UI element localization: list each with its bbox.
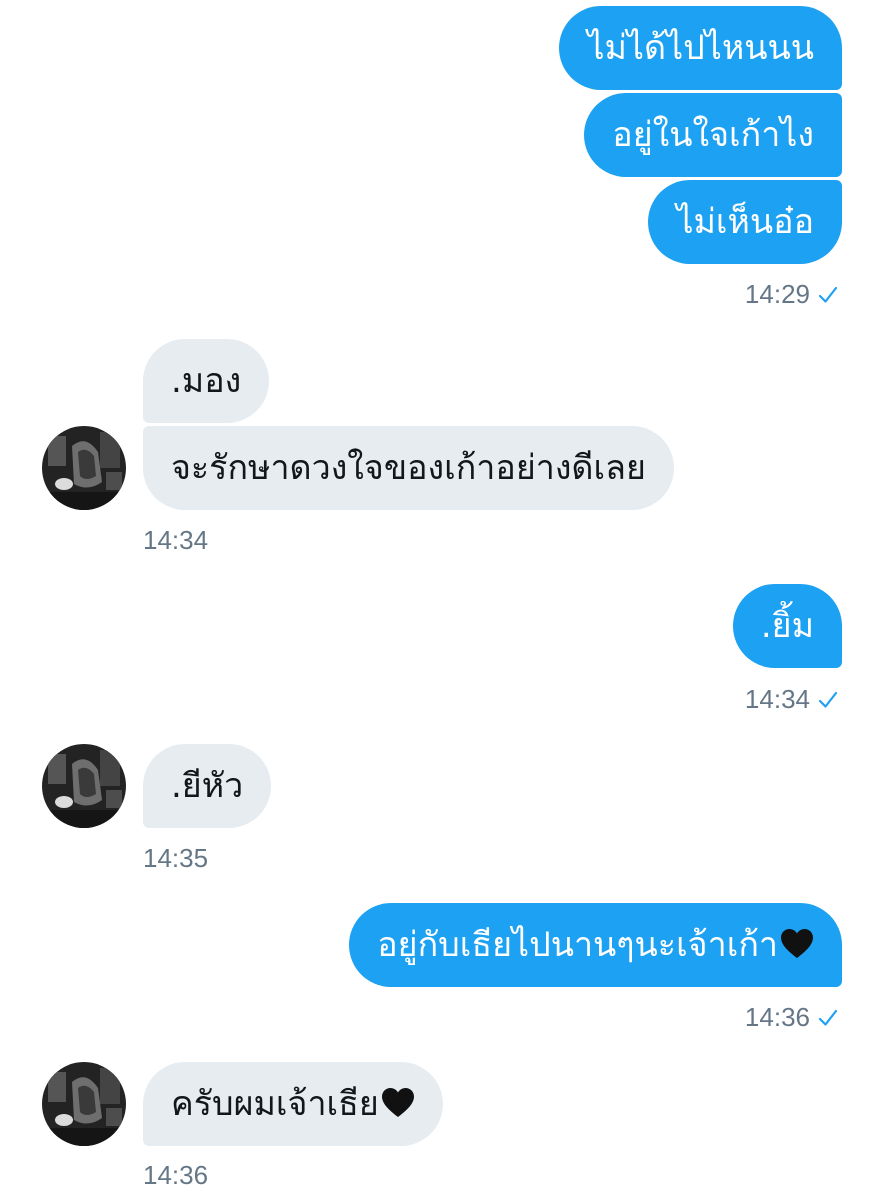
avatar[interactable] [42,426,126,510]
avatar-photo [42,744,126,828]
outgoing-message[interactable]: .ยิ้ม [732,584,842,668]
outgoing-message[interactable]: อยู่กับเธียไปนานๆนะเจ้าเก้า [349,903,842,987]
avatar[interactable] [42,1062,126,1146]
outgoing-message[interactable]: ไม่ได้ไปไหนนน [559,6,842,90]
timestamp-text: 14:35 [143,843,209,873]
outgoing-message[interactable]: อยู่ในใจเก้าไง [584,93,842,177]
message-timestamp: 14:29 [745,279,838,310]
message-timestamp: 14:36 [745,1002,838,1033]
message-text: อยู่ในใจเก้าไง [612,115,814,155]
incoming-message[interactable]: .มอง [143,339,270,423]
message-timestamp: 14:36 [143,1160,208,1191]
message-timestamp: 14:35 [143,843,208,874]
check-icon [818,286,838,303]
message-text: จะรักษาดวงใจของเก้าอย่างดีเลย [171,448,646,488]
incoming-message[interactable]: จะรักษาดวงใจของเก้าอย่างดีเลย [143,426,674,510]
timestamp-text: 14:34 [143,525,209,555]
timestamp-text: 14:34 [744,684,810,714]
message-text: ครับผมเจ้าเธีย [171,1084,379,1124]
message-text: .ยีหัว [171,766,244,806]
avatar-photo [42,426,126,510]
timestamp-text: 14:29 [744,279,810,309]
avatar-photo [42,1062,126,1146]
message-text: อยู่กับเธียไปนานๆนะเจ้าเก้า [377,925,778,965]
black-heart-icon [381,1088,414,1117]
message-timestamp: 14:34 [745,684,838,715]
message-text: .ยิ้ม [760,606,814,646]
message-text: ไม่เห็นอ๋อ [676,202,814,242]
outgoing-message[interactable]: ไม่เห็นอ๋อ [648,180,842,264]
check-icon [818,691,838,708]
avatar[interactable] [42,744,126,828]
check-icon [818,1009,838,1026]
timestamp-text: 14:36 [744,1002,810,1032]
incoming-message[interactable]: .ยีหัว [143,744,272,828]
message-text: .มอง [171,361,242,401]
incoming-message[interactable]: ครับผมเจ้าเธีย [143,1062,443,1146]
message-timestamp: 14:34 [143,525,208,556]
timestamp-text: 14:36 [143,1160,209,1190]
message-text: ไม่ได้ไปไหนนน [587,28,814,68]
black-heart-icon [781,929,813,958]
